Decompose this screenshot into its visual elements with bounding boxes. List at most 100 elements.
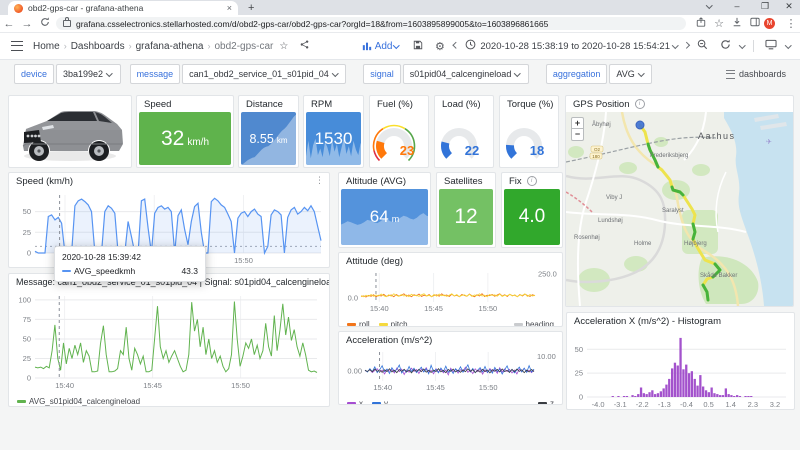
reload-icon[interactable] — [36, 17, 54, 30]
legend-item[interactable]: x — [347, 399, 363, 404]
panel-title[interactable]: Fix i — [502, 173, 562, 189]
time-shift-back-icon[interactable] — [452, 41, 460, 49]
refresh-icon[interactable] — [720, 39, 731, 53]
tab-close-icon[interactable]: × — [227, 3, 232, 13]
breadcrumb-item[interactable]: grafana-athena — [136, 41, 204, 52]
zoom-out-time-icon[interactable] — [697, 39, 708, 53]
url-bar[interactable]: grafana.csselectronics.stellarhosted.com… — [56, 17, 686, 30]
message-select[interactable]: can1_obd2_service_01_s01pid_04 — [182, 64, 347, 84]
variable-bar: device 3ba199e2 message can1_obd2_servic… — [0, 60, 800, 88]
signal-select[interactable]: s01pid04_calcengineload — [402, 64, 529, 84]
legend-item[interactable]: roll — [347, 320, 370, 326]
altitude-stat-block: 64 m — [341, 189, 428, 245]
panel-title[interactable]: Torque (%) — [500, 96, 558, 112]
share-dashboard-icon[interactable] — [300, 40, 309, 52]
panel-menu-kebab-icon[interactable]: ⋮ — [315, 176, 324, 186]
svg-text:0.5: 0.5 — [703, 400, 713, 409]
download-icon[interactable] — [728, 17, 746, 30]
panel-title[interactable]: RPM — [304, 96, 363, 112]
svg-text:3.2: 3.2 — [770, 400, 780, 409]
tv-mode-chevron-icon[interactable] — [784, 41, 791, 49]
dashboard-settings-gear-icon[interactable]: ⚙ — [435, 40, 445, 53]
save-dashboard-icon[interactable] — [413, 40, 423, 53]
tooltip-value: 43.3 — [181, 266, 198, 276]
panel-title[interactable]: Acceleration (m/s^2) — [339, 332, 562, 348]
svg-text:25: 25 — [575, 369, 583, 378]
clock-icon — [465, 39, 476, 53]
attitude-chart[interactable]: 15:40 15:45 15:50 0.0 250.0 — [339, 269, 562, 313]
tab-title: obd2-gps-car - grafana-athena — [28, 3, 144, 13]
rpm-stat-block: 1530 — [306, 112, 361, 165]
add-button-label: Add — [374, 40, 393, 52]
breadcrumb-item[interactable]: Dashboards — [71, 41, 125, 52]
time-shift-forward-icon[interactable] — [682, 41, 689, 49]
panel-title[interactable]: Speed — [137, 96, 233, 112]
panel-title[interactable]: Altitude (AVG) — [339, 173, 430, 189]
add-button[interactable]: Add — [362, 41, 401, 52]
message-chart[interactable]: 0 25 50 75 100 15:40 15:45 15:50 — [9, 290, 329, 390]
legend-item[interactable]: z — [538, 399, 554, 404]
breadcrumb-separator: › — [207, 41, 211, 51]
header-divider — [752, 40, 754, 52]
svg-text:15:50: 15:50 — [231, 381, 250, 390]
dashboards-button[interactable]: dashboards — [725, 69, 786, 79]
grafana-favicon — [14, 3, 23, 13]
panel-title[interactable]: Attitude (deg) — [339, 253, 562, 269]
profile-avatar[interactable]: M — [764, 18, 782, 29]
browser-tab[interactable]: obd2-gps-car - grafana-athena × — [8, 1, 238, 15]
panel-title[interactable]: Load (%) — [435, 96, 493, 112]
acceleration-chart[interactable]: 15:40 15:45 15:50 0.00 10.00 — [339, 348, 562, 392]
load-gauge-panel: Load (%) 22 — [434, 95, 494, 168]
map-zoom-out-button[interactable]: − — [571, 129, 584, 141]
time-range-picker[interactable]: 2020-10-28 15:38:19 to 2020-10-28 15:54:… — [480, 41, 680, 52]
breadcrumb-item[interactable]: Home — [33, 41, 60, 52]
window-restore-button[interactable]: ❐ — [758, 1, 772, 12]
svg-text:1.4: 1.4 — [726, 400, 736, 409]
svg-text:50: 50 — [575, 345, 583, 354]
time-range-text: 2020-10-28 15:38:19 to 2020-10-28 15:54:… — [480, 40, 670, 52]
new-tab-button[interactable]: + — [248, 2, 254, 14]
acceleration-legend: x y z — [339, 397, 562, 404]
browser-tabstrip: obd2-gps-car - grafana-athena × + – ❐ ✕ — [0, 0, 800, 15]
aggregation-select[interactable]: AVG — [609, 64, 653, 84]
bookmark-star-icon[interactable]: ☆ — [710, 17, 728, 30]
svg-text:15:40: 15:40 — [55, 381, 74, 390]
map-zoom-in-button[interactable]: + — [571, 117, 584, 129]
panel-title[interactable]: Speed (km/h) — [9, 173, 329, 189]
svg-text:15:50: 15:50 — [479, 383, 498, 392]
panel-title[interactable]: Satellites — [437, 173, 495, 189]
favorite-star-icon[interactable]: ☆ — [279, 41, 288, 52]
legend-item[interactable]: pitch — [378, 320, 408, 326]
panel-title[interactable]: Acceleration X (m/s^2) - Histogram — [567, 313, 794, 329]
menu-hamburger-icon[interactable] — [11, 41, 23, 51]
svg-text:Viby J: Viby J — [606, 195, 622, 201]
gps-map[interactable]: ✈ Åbyhøj Aarhus Frederiksbjerg Viby J Saraly… — [566, 112, 793, 306]
browser-menu-kebab-icon[interactable]: ⋮ — [782, 17, 800, 30]
window-chevron-icon[interactable] — [702, 1, 716, 11]
tv-mode-icon[interactable] — [764, 39, 777, 53]
legend-item[interactable]: AVG_s01pid04_calcengineload — [17, 397, 140, 406]
panel-title[interactable]: Fuel (%) — [370, 96, 428, 112]
acceleration-x-histogram[interactable]: 0 25 50 -4.0 -3.1 -2.2 -1.3 -0.4 0.5 1.4 2.3 3.2 — [567, 329, 794, 409]
info-icon[interactable]: i — [526, 176, 537, 186]
refresh-interval-chevron-icon[interactable] — [739, 41, 746, 49]
svg-text:0: 0 — [579, 393, 583, 402]
breadcrumb-item[interactable]: obd2-gps-car — [214, 41, 273, 52]
side-panel-icon[interactable] — [746, 17, 764, 30]
share-icon[interactable] — [692, 17, 710, 30]
speed-stat-panel: Speed 32 km/h — [136, 95, 234, 168]
legend-item[interactable]: heading — [513, 320, 554, 326]
window-minimize-button[interactable]: – — [730, 1, 744, 11]
fuel-gauge: 23 — [372, 124, 416, 162]
svg-text:Aarhus: Aarhus — [698, 131, 736, 141]
attitude-chart-panel: Attitude (deg) 15:40 15:45 15:50 0.0 250.0 r… — [338, 252, 563, 327]
window-close-button[interactable]: ✕ — [782, 1, 796, 12]
device-select[interactable]: 3ba199e2 — [56, 64, 121, 84]
legend-item[interactable]: y — [372, 399, 388, 404]
svg-text:15:45: 15:45 — [426, 383, 445, 392]
back-icon[interactable]: ← — [0, 18, 18, 30]
panel-title[interactable]: Distance — [239, 96, 298, 112]
forward-icon[interactable]: → — [18, 18, 36, 30]
panel-title[interactable]: GPS Position i — [566, 96, 793, 112]
info-icon[interactable]: i — [634, 99, 645, 109]
